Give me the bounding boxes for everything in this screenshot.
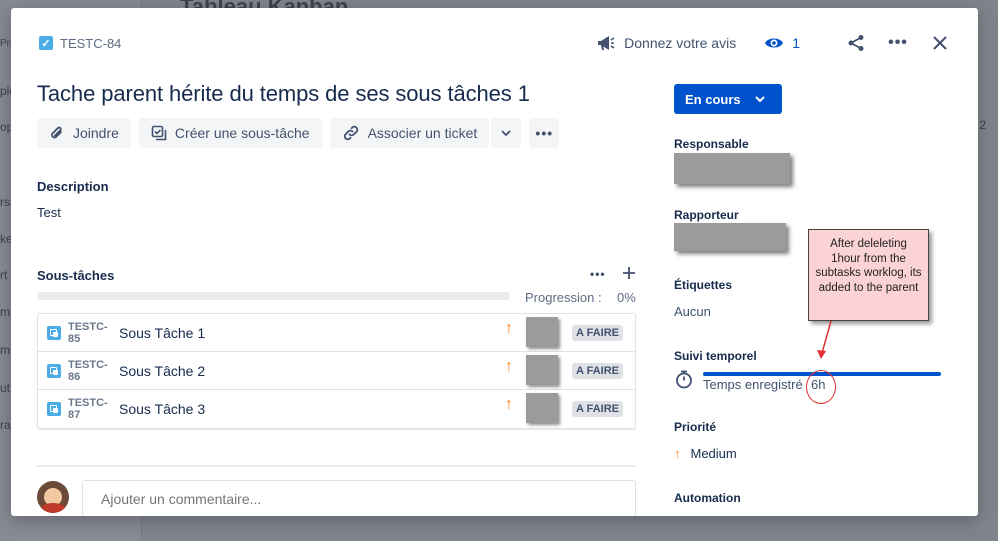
link-icon: [343, 125, 358, 141]
status-badge[interactable]: A FAIRE: [572, 401, 623, 417]
annotation-circle: [806, 370, 836, 404]
avatar-redacted: [526, 317, 558, 347]
watch-button[interactable]: 1: [764, 35, 800, 51]
subtask-title[interactable]: Sous Tâche 3: [119, 401, 205, 417]
link-issue-label: Associer un ticket: [367, 125, 478, 141]
link-issue-dropdown[interactable]: [491, 118, 522, 148]
description-text[interactable]: Test: [37, 205, 61, 220]
priority-medium-icon: ↑: [505, 396, 513, 413]
attach-label: Joindre: [73, 125, 119, 141]
paperclip-icon: [51, 126, 62, 139]
issue-key: TESTC-84: [60, 35, 122, 51]
automation-label: Automation: [674, 491, 741, 505]
priority-medium-icon: ↑: [505, 358, 513, 375]
status-label: En cours: [685, 91, 741, 107]
annotation-callout: After deleleting 1hour from the subtasks…: [808, 229, 929, 321]
assignee-label: Responsable: [674, 137, 749, 151]
share-button[interactable]: [846, 33, 866, 53]
create-subtask-button[interactable]: Créer une sous-tâche: [138, 118, 322, 148]
plus-icon: [622, 267, 635, 279]
subtask-type-icon: [47, 402, 61, 416]
time-logged-label: Temps enregistré: [703, 377, 803, 392]
priority-label: Priorité: [674, 420, 717, 434]
progress-value: 0%: [617, 290, 636, 305]
subtask-key[interactable]: TESTC-85: [68, 321, 119, 345]
subtasks-heading: Sous-tâches: [37, 268, 115, 283]
task-type-icon: ✓: [39, 36, 53, 50]
feedback-button[interactable]: Donnez votre avis: [596, 34, 736, 52]
reporter-redacted[interactable]: [674, 223, 786, 251]
subtask-row[interactable]: TESTC-85 Sous Tâche 1 ↑ A FAIRE: [38, 314, 635, 352]
create-subtask-label: Créer une sous-tâche: [174, 125, 310, 141]
watch-count: 1: [792, 35, 800, 51]
bg-side-item: rt: [0, 268, 8, 282]
priority-medium-icon: ↑: [505, 320, 513, 337]
chevron-down-icon: [754, 96, 765, 102]
reporter-label: Rapporteur: [674, 208, 739, 222]
subtask-type-icon: [47, 325, 61, 340]
subtask-key[interactable]: TESTC-87: [68, 397, 119, 421]
subtask-row[interactable]: TESTC-87 Sous Tâche 3 ↑ A FAIRE: [38, 390, 635, 428]
issue-key-link[interactable]: ✓ TESTC-84: [39, 36, 121, 51]
status-dropdown[interactable]: En cours: [674, 84, 782, 114]
eye-icon: [765, 38, 784, 48]
priority-field[interactable]: ↑ Medium: [674, 446, 737, 461]
comment-input[interactable]: [82, 480, 636, 516]
more-actions-button[interactable]: •••: [888, 33, 908, 53]
subtasks-progress-bar: [37, 292, 510, 300]
close-icon: [933, 36, 947, 50]
subtask-title[interactable]: Sous Tâche 1: [119, 325, 205, 341]
priority-medium-icon: ↑: [674, 446, 681, 461]
comment-divider: [37, 465, 636, 467]
labels-value[interactable]: Aucun: [674, 304, 711, 319]
modal-topbar: ✓ TESTC-84 Donnez votre avis 1 •••: [39, 33, 950, 53]
bg-side-item: ra: [0, 418, 11, 432]
description-heading: Description: [37, 179, 109, 194]
subtask-type-icon: [47, 363, 61, 378]
issue-modal: ✓ TESTC-84 Donnez votre avis 1 ••• Tache…: [11, 8, 978, 516]
subtask-icon: [151, 125, 167, 141]
progress-label: Progression :: [525, 290, 602, 305]
more-icon: •••: [888, 34, 908, 51]
share-icon: [848, 35, 864, 51]
stopwatch-icon: [676, 370, 692, 389]
labels-label: Étiquettes: [674, 278, 733, 292]
subtask-row[interactable]: TESTC-86 Sous Tâche 2 ↑ A FAIRE: [38, 352, 635, 390]
assignee-redacted[interactable]: [674, 153, 790, 184]
close-button[interactable]: [930, 33, 950, 53]
megaphone-icon: [598, 36, 615, 50]
subtask-title[interactable]: Sous Tâche 2: [119, 363, 205, 379]
bg-side-item: ut: [0, 381, 11, 395]
avatar-redacted: [526, 393, 558, 423]
subtasks-more-button[interactable]: •••: [590, 266, 606, 285]
issue-action-bar: Joindre Créer une sous-tâche Associer un…: [37, 118, 560, 148]
time-tracking-label: Suivi temporel: [674, 349, 757, 363]
status-badge[interactable]: A FAIRE: [572, 325, 623, 341]
avatar-redacted: [526, 355, 558, 385]
subtasks-tools: •••: [590, 266, 636, 285]
top-actions: Donnez votre avis 1 •••: [596, 33, 950, 53]
chevron-down-icon: [501, 130, 511, 136]
more-issue-actions-button[interactable]: •••: [529, 118, 560, 148]
background-number: 2: [979, 118, 986, 132]
attach-button[interactable]: Joindre: [37, 118, 131, 148]
status-badge[interactable]: A FAIRE: [572, 363, 623, 379]
subtasks-add-button[interactable]: [622, 266, 636, 285]
link-issue-button[interactable]: Associer un ticket: [329, 118, 490, 148]
more-icon: •••: [535, 125, 554, 141]
subtask-key[interactable]: TESTC-86: [68, 359, 119, 383]
priority-value: Medium: [690, 446, 737, 461]
subtasks-list: TESTC-85 Sous Tâche 1 ↑ A FAIRE TESTC-86…: [37, 313, 636, 429]
user-avatar: [37, 481, 69, 513]
issue-title[interactable]: Tache parent hérite du temps de ses sous…: [37, 81, 530, 107]
link-issue-group: Associer un ticket: [329, 118, 522, 148]
feedback-label: Donnez votre avis: [624, 35, 737, 51]
